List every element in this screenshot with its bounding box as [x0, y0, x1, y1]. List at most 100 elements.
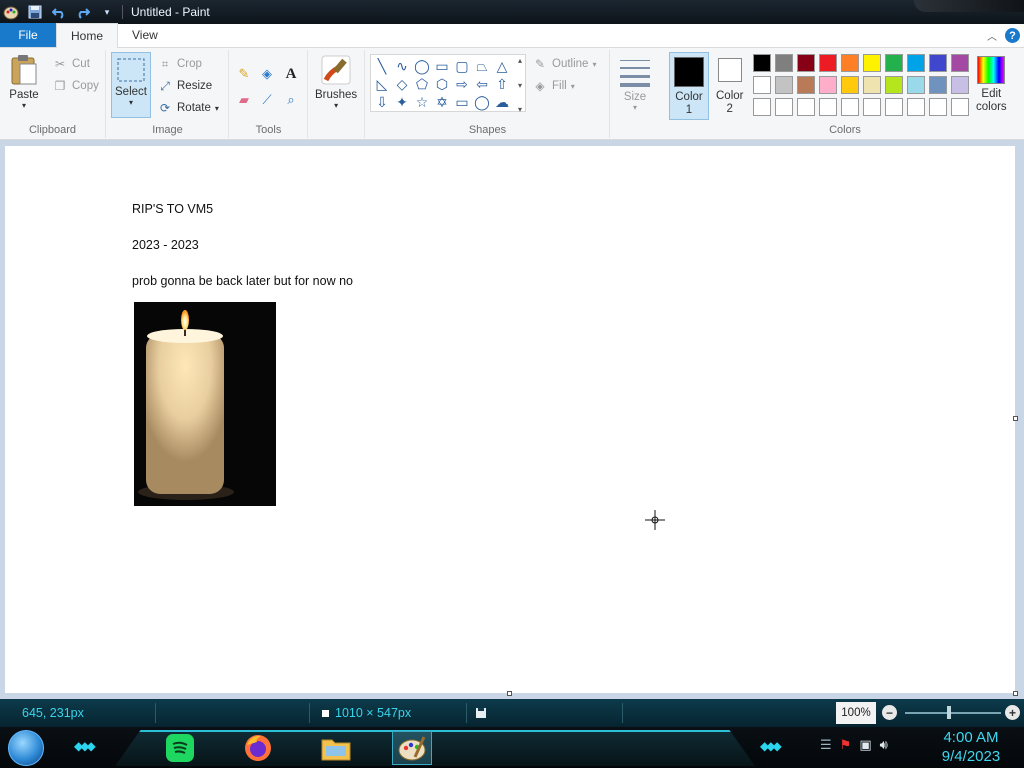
six-point-star-shape-icon[interactable]: ✡: [433, 93, 451, 111]
palette-swatch[interactable]: [951, 76, 969, 94]
text-tool-icon[interactable]: A: [281, 64, 301, 84]
palette-swatch[interactable]: [951, 54, 969, 72]
zoom-in-button[interactable]: +: [1005, 705, 1020, 720]
file-explorer-icon[interactable]: [316, 731, 356, 765]
outline-button[interactable]: ✎ Outline ▾: [532, 54, 596, 74]
curve-shape-icon[interactable]: ∿: [393, 57, 411, 75]
canvas-workspace[interactable]: RIP'S TO VM5 2023 - 2023 prob gonna be b…: [0, 140, 1024, 699]
five-point-star-shape-icon[interactable]: ☆: [413, 93, 431, 111]
palette-swatch[interactable]: [753, 98, 771, 116]
paste-dropdown-icon[interactable]: ▾: [22, 101, 26, 110]
shapes-scroll[interactable]: ▴ ▾ ▾: [514, 56, 526, 114]
palette-swatch[interactable]: [819, 76, 837, 94]
show-desktop-icon[interactable]: ☰: [820, 737, 832, 753]
scroll-up-icon[interactable]: ▴: [518, 56, 522, 65]
down-arrow-shape-icon[interactable]: ⇩: [373, 93, 391, 111]
gallery-expand-icon[interactable]: ▾: [518, 105, 522, 114]
spotify-icon[interactable]: [160, 731, 200, 765]
diamond-shape-icon[interactable]: ◇: [393, 75, 411, 93]
rounded-callout-shape-icon[interactable]: ▭: [453, 93, 471, 111]
zoom-slider-thumb[interactable]: [947, 706, 951, 719]
polygon-shape-icon[interactable]: ⏢: [473, 57, 491, 75]
palette-swatch[interactable]: [797, 54, 815, 72]
palette-swatch[interactable]: [797, 98, 815, 116]
palette-swatch[interactable]: [775, 98, 793, 116]
right-triangle-shape-icon[interactable]: ◺: [373, 75, 391, 93]
tab-view[interactable]: View: [118, 23, 172, 47]
rotate-button[interactable]: ⟳ Rotate ▾: [157, 98, 219, 118]
up-arrow-shape-icon[interactable]: ⇧: [493, 75, 511, 93]
palette-swatch[interactable]: [863, 54, 881, 72]
zoom-out-button[interactable]: −: [882, 705, 897, 720]
zoom-slider[interactable]: [905, 712, 1001, 714]
palette-swatch[interactable]: [885, 76, 903, 94]
palette-swatch[interactable]: [775, 54, 793, 72]
palette-swatch[interactable]: [841, 98, 859, 116]
tab-file[interactable]: File: [0, 23, 56, 47]
magnifier-icon[interactable]: ⌕: [281, 90, 301, 110]
scroll-down-icon[interactable]: ▾: [518, 81, 522, 90]
crop-button[interactable]: ⌗ Crop: [157, 54, 202, 74]
palette-swatch[interactable]: [841, 76, 859, 94]
triangle-shape-icon[interactable]: △: [493, 57, 511, 75]
pencil-icon[interactable]: ✎: [234, 64, 254, 84]
paint-icon[interactable]: [392, 731, 432, 765]
palette-swatch[interactable]: [819, 54, 837, 72]
select-dropdown-icon[interactable]: ▾: [129, 98, 133, 107]
palette-swatch[interactable]: [885, 98, 903, 116]
palette-swatch[interactable]: [885, 54, 903, 72]
palette-swatch[interactable]: [863, 98, 881, 116]
brushes-button[interactable]: Brushes ▾: [315, 54, 357, 110]
palette-swatch[interactable]: [797, 76, 815, 94]
palette-swatch[interactable]: [929, 98, 947, 116]
line-shape-icon[interactable]: ╲: [373, 57, 391, 75]
right-arrow-shape-icon[interactable]: ⇨: [453, 75, 471, 93]
left-arrow-shape-icon[interactable]: ⇦: [473, 75, 491, 93]
save-icon[interactable]: [26, 3, 44, 21]
edit-colors-button[interactable]: Edit colors: [976, 56, 1007, 114]
cut-button[interactable]: ✂ Cut: [52, 54, 90, 74]
canvas-resize-handle-right[interactable]: [1013, 416, 1018, 421]
tab-home[interactable]: Home: [56, 23, 119, 48]
canvas-resize-handle-bottom[interactable]: [507, 691, 512, 696]
four-point-star-shape-icon[interactable]: ✦: [393, 93, 411, 111]
palette-swatch[interactable]: [907, 54, 925, 72]
network-icon[interactable]: ▣: [859, 737, 871, 753]
firefox-icon[interactable]: [238, 731, 278, 765]
paint-app-icon[interactable]: [2, 3, 20, 21]
start-button[interactable]: [8, 730, 44, 766]
canvas-resize-handle-corner[interactable]: [1013, 691, 1018, 696]
eraser-icon[interactable]: ▰: [234, 90, 254, 110]
palette-swatch[interactable]: [863, 76, 881, 94]
action-center-flag-icon[interactable]: ⚑: [840, 737, 852, 753]
pentagon-shape-icon[interactable]: ⬠: [413, 75, 431, 93]
palette-swatch[interactable]: [929, 54, 947, 72]
palette-swatch[interactable]: [907, 76, 925, 94]
palette-swatch[interactable]: [929, 76, 947, 94]
taskbar-clock[interactable]: 4:00 AM 9/4/2023: [938, 728, 1004, 766]
undo-icon[interactable]: [50, 3, 68, 21]
paste-button[interactable]: Paste ▾: [8, 54, 40, 110]
fill-bucket-icon[interactable]: ◈: [257, 64, 277, 84]
select-button[interactable]: Select ▾: [111, 52, 151, 118]
palette-swatch[interactable]: [753, 76, 771, 94]
drawing-canvas[interactable]: RIP'S TO VM5 2023 - 2023 prob gonna be b…: [5, 146, 1015, 693]
oval-shape-icon[interactable]: ◯: [413, 57, 431, 75]
palette-swatch[interactable]: [819, 98, 837, 116]
oval-callout-shape-icon[interactable]: ◯: [473, 93, 491, 111]
color-picker-icon[interactable]: ⟋: [257, 90, 277, 110]
rectangle-shape-icon[interactable]: ▭: [433, 57, 451, 75]
redo-icon[interactable]: [74, 3, 92, 21]
volume-icon[interactable]: 🔊︎: [880, 737, 888, 753]
palette-swatch[interactable]: [753, 54, 771, 72]
copy-button[interactable]: ❐ Copy: [52, 76, 99, 96]
palette-swatch[interactable]: [907, 98, 925, 116]
rounded-rectangle-shape-icon[interactable]: ▢: [453, 57, 471, 75]
help-icon[interactable]: ?: [1005, 28, 1020, 43]
color1-button[interactable]: Color 1: [669, 52, 709, 120]
minimize-ribbon-icon[interactable]: ︿: [987, 28, 997, 43]
size-button[interactable]: Size ▾: [619, 56, 651, 112]
cloud-callout-shape-icon[interactable]: ☁: [493, 93, 511, 111]
palette-swatch[interactable]: [951, 98, 969, 116]
resize-button[interactable]: ⤢ Resize: [157, 76, 212, 96]
